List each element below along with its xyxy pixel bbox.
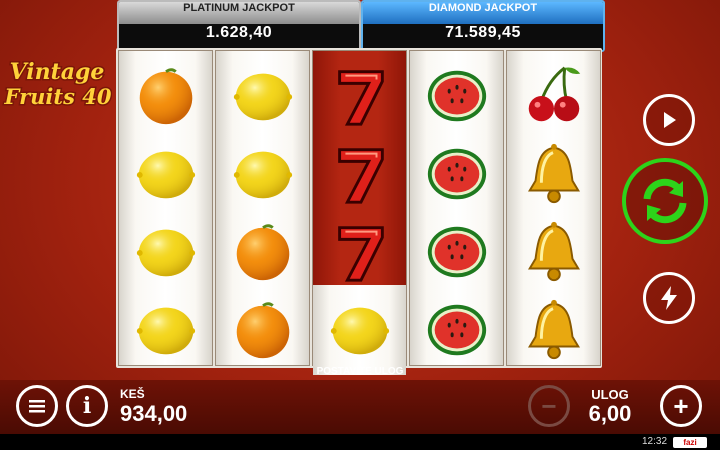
increase-bet-button[interactable]: + xyxy=(660,385,702,427)
game-logo: Vintage Fruits 40 xyxy=(2,58,112,111)
menu-icon xyxy=(29,400,45,413)
info-button[interactable]: i xyxy=(66,385,108,427)
logo-line2: Fruits 40 xyxy=(4,84,112,109)
bell-icon xyxy=(527,221,580,282)
diamond-jackpot-title: DIAMOND JACKPOT xyxy=(363,2,603,24)
lemon-symbol xyxy=(216,135,309,213)
provider-logo: fazi xyxy=(673,437,707,448)
minus-icon: − xyxy=(541,390,557,421)
watermelon-icon xyxy=(427,304,486,356)
lemon-symbol xyxy=(119,291,212,369)
watermelon-icon xyxy=(427,148,486,200)
place-bet-prompt: POSTAVITE ULOG xyxy=(316,366,404,377)
seven-symbol xyxy=(313,57,406,135)
diamond-jackpot-value: 71.589,45 xyxy=(363,24,603,50)
bet-label: ULOG xyxy=(591,387,629,402)
lemon-symbol xyxy=(313,285,406,375)
status-bar xyxy=(0,434,720,450)
watermelon-icon xyxy=(427,70,486,122)
reel-1 xyxy=(118,50,213,366)
autoplay-button[interactable] xyxy=(643,94,695,146)
orange-symbol xyxy=(119,57,212,135)
seven-icon xyxy=(337,226,384,282)
lemon-icon xyxy=(233,151,292,199)
reel-3 xyxy=(312,50,407,375)
cherry-symbol xyxy=(507,57,600,135)
seven-icon xyxy=(337,148,384,204)
logo-line1: Vintage xyxy=(10,59,105,85)
diamond-jackpot: DIAMOND JACKPOT 71.589,45 xyxy=(361,0,605,52)
lemon-icon xyxy=(136,151,195,199)
orange-icon xyxy=(236,224,289,281)
balance-label: KEŠ xyxy=(120,387,145,401)
info-icon: i xyxy=(82,393,92,419)
bet-value: 6,00 xyxy=(588,401,632,426)
lemon-symbol xyxy=(216,57,309,135)
platinum-jackpot: PLATINUM JACKPOT 1.628,40 xyxy=(117,0,361,52)
lemon-icon xyxy=(136,307,195,355)
turbo-button[interactable] xyxy=(643,272,695,324)
clock: 12:32 xyxy=(642,436,668,447)
seven-icon xyxy=(337,70,384,126)
play-icon xyxy=(664,112,676,128)
lemon-icon xyxy=(136,229,195,277)
seven-symbol xyxy=(313,213,406,291)
watermelon-symbol xyxy=(410,57,503,135)
spin-arrows-icon xyxy=(643,178,687,224)
reel-5 xyxy=(506,50,601,366)
decrease-bet-button[interactable]: − xyxy=(528,385,570,427)
seven-symbol xyxy=(313,135,406,213)
platinum-jackpot-value: 1.628,40 xyxy=(119,24,359,50)
reel-2 xyxy=(215,50,310,366)
menu-button[interactable] xyxy=(16,385,58,427)
reel-4 xyxy=(409,50,504,366)
bell-symbol xyxy=(507,213,600,291)
lemon-icon xyxy=(330,307,389,355)
bell-symbol xyxy=(507,291,600,369)
lemon-symbol xyxy=(119,135,212,213)
bell-icon xyxy=(527,143,580,204)
balance-value: 934,00 xyxy=(120,401,188,426)
watermelon-symbol xyxy=(410,291,503,369)
watermelon-symbol xyxy=(410,213,503,291)
orange-icon xyxy=(139,68,192,125)
watermelon-icon xyxy=(427,226,486,278)
orange-symbol xyxy=(216,291,309,369)
cherry-icon xyxy=(528,66,580,122)
platinum-jackpot-title: PLATINUM JACKPOT xyxy=(119,2,359,24)
lemon-icon xyxy=(233,73,292,121)
plus-icon: + xyxy=(673,390,689,421)
watermelon-symbol xyxy=(410,135,503,213)
lemon-symbol xyxy=(119,213,212,291)
bell-icon xyxy=(527,299,580,360)
spin-button[interactable] xyxy=(622,158,708,244)
lightning-icon xyxy=(661,286,677,310)
orange-symbol xyxy=(216,213,309,291)
orange-icon xyxy=(236,302,289,359)
bell-symbol xyxy=(507,135,600,213)
